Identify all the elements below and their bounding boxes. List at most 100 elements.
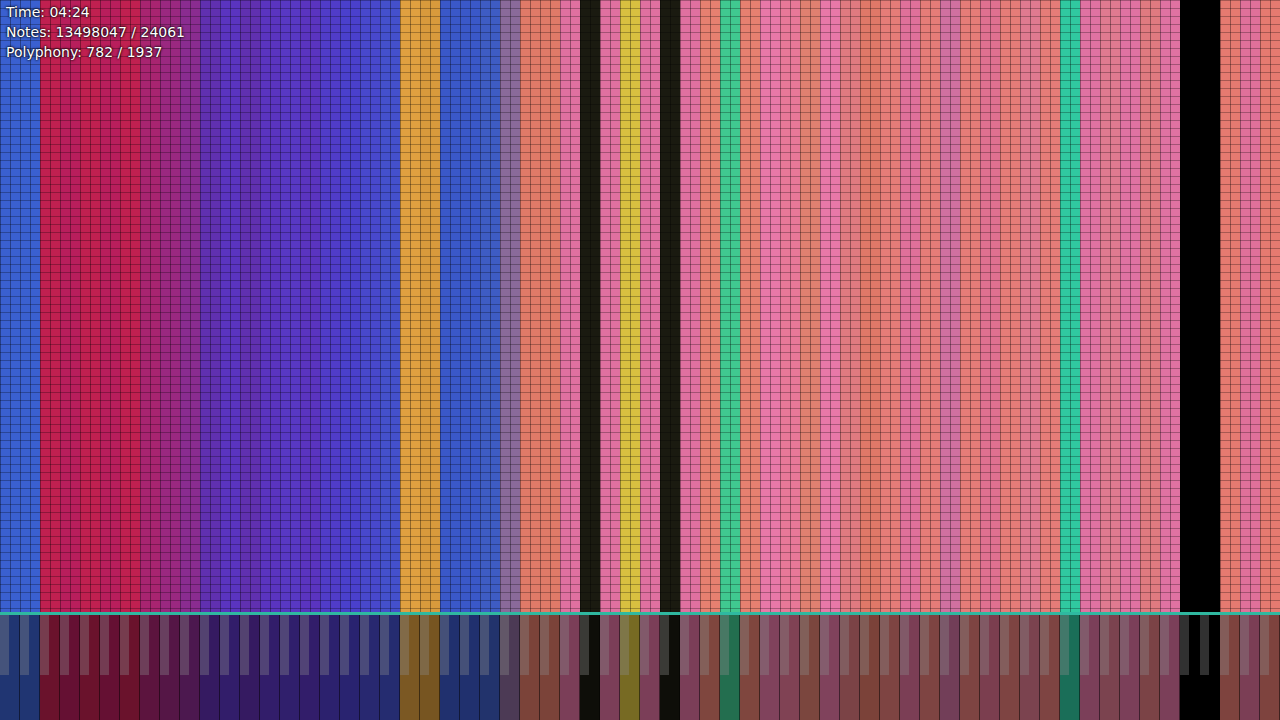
piano-key[interactable]: [280, 615, 300, 720]
piano-key[interactable]: [60, 615, 80, 720]
piano-roll: Time: 04:24Notes: 13498047 / 24061Polyph…: [0, 0, 1280, 612]
piano-key[interactable]: [600, 615, 620, 720]
piano-key[interactable]: [380, 615, 400, 720]
piano-key[interactable]: [700, 615, 720, 720]
piano-key[interactable]: [820, 615, 840, 720]
note-lane: [300, 0, 320, 612]
piano-key[interactable]: [780, 615, 800, 720]
note-lane: [200, 0, 220, 612]
piano-key[interactable]: [100, 615, 120, 720]
note-lane: [80, 0, 100, 612]
piano-key[interactable]: [640, 615, 660, 720]
piano-key[interactable]: [900, 615, 920, 720]
piano-key[interactable]: [340, 615, 360, 720]
key-highlight: [320, 615, 329, 675]
piano-key[interactable]: [1080, 615, 1100, 720]
stat-line: Time: 04:24: [6, 2, 185, 22]
piano-key[interactable]: [240, 615, 260, 720]
piano-key[interactable]: [1100, 615, 1120, 720]
piano-key[interactable]: [840, 615, 860, 720]
piano-key[interactable]: [720, 615, 740, 720]
note-lane: [1220, 0, 1240, 612]
piano-key[interactable]: [320, 615, 340, 720]
piano-key[interactable]: [360, 615, 380, 720]
piano-key[interactable]: [1140, 615, 1160, 720]
key-highlight: [540, 615, 549, 675]
key-highlight: [300, 615, 309, 675]
note-lane: [520, 0, 540, 612]
piano-key[interactable]: [1240, 615, 1260, 720]
key-highlight: [720, 615, 729, 675]
piano-key[interactable]: [140, 615, 160, 720]
piano-key[interactable]: [260, 615, 280, 720]
note-lane: [640, 0, 660, 612]
piano-key[interactable]: [460, 615, 480, 720]
note-lane: [840, 0, 860, 612]
key-highlight: [1000, 615, 1009, 675]
midi-visualizer: Time: 04:24Notes: 13498047 / 24061Polyph…: [0, 0, 1280, 720]
piano-key[interactable]: [940, 615, 960, 720]
piano-key[interactable]: [1160, 615, 1180, 720]
note-lane: [20, 0, 40, 612]
key-highlight: [0, 615, 9, 675]
key-highlight: [180, 615, 189, 675]
piano-key[interactable]: [520, 615, 540, 720]
piano-key[interactable]: [200, 615, 220, 720]
piano-key[interactable]: [680, 615, 700, 720]
piano-key[interactable]: [0, 615, 20, 720]
piano-key[interactable]: [740, 615, 760, 720]
piano-key[interactable]: [1220, 615, 1240, 720]
note-lane: [380, 0, 400, 612]
key-highlight: [80, 615, 89, 675]
key-highlight: [200, 615, 209, 675]
key-highlight: [1100, 615, 1109, 675]
note-lane: [1040, 0, 1060, 612]
note-lane: [820, 0, 840, 612]
piano-key[interactable]: [20, 615, 40, 720]
note-lane: [500, 0, 520, 612]
piano-key[interactable]: [880, 615, 900, 720]
key-highlight: [440, 615, 449, 675]
piano-key[interactable]: [860, 615, 880, 720]
piano-key[interactable]: [560, 615, 580, 720]
piano-key[interactable]: [960, 615, 980, 720]
piano-key[interactable]: [420, 615, 440, 720]
piano-key[interactable]: [920, 615, 940, 720]
piano-key[interactable]: [500, 615, 520, 720]
piano-key[interactable]: [220, 615, 240, 720]
piano-key[interactable]: [120, 615, 140, 720]
key-highlight: [500, 615, 509, 675]
piano-key[interactable]: [1180, 615, 1200, 720]
piano-key[interactable]: [180, 615, 200, 720]
piano-key[interactable]: [480, 615, 500, 720]
note-lane: [1180, 0, 1200, 612]
piano-key[interactable]: [540, 615, 560, 720]
piano-key[interactable]: [160, 615, 180, 720]
piano-key[interactable]: [1000, 615, 1020, 720]
key-highlight: [520, 615, 529, 675]
piano-key[interactable]: [580, 615, 600, 720]
note-lane: [260, 0, 280, 612]
key-highlight: [940, 615, 949, 675]
piano-key[interactable]: [300, 615, 320, 720]
piano-key[interactable]: [620, 615, 640, 720]
piano-key[interactable]: [40, 615, 60, 720]
piano-key[interactable]: [660, 615, 680, 720]
piano-key[interactable]: [80, 615, 100, 720]
piano-key[interactable]: [1060, 615, 1080, 720]
note-lane: [60, 0, 80, 612]
key-highlight: [340, 615, 349, 675]
piano-key[interactable]: [800, 615, 820, 720]
piano-key[interactable]: [1200, 615, 1220, 720]
piano-key[interactable]: [440, 615, 460, 720]
piano-key[interactable]: [1260, 615, 1280, 720]
key-highlight: [760, 615, 769, 675]
piano-key[interactable]: [1120, 615, 1140, 720]
piano-key[interactable]: [980, 615, 1000, 720]
piano-key[interactable]: [1040, 615, 1060, 720]
key-highlight: [700, 615, 709, 675]
piano-key[interactable]: [400, 615, 420, 720]
note-lane: [140, 0, 160, 612]
piano-key[interactable]: [760, 615, 780, 720]
piano-key[interactable]: [1020, 615, 1040, 720]
